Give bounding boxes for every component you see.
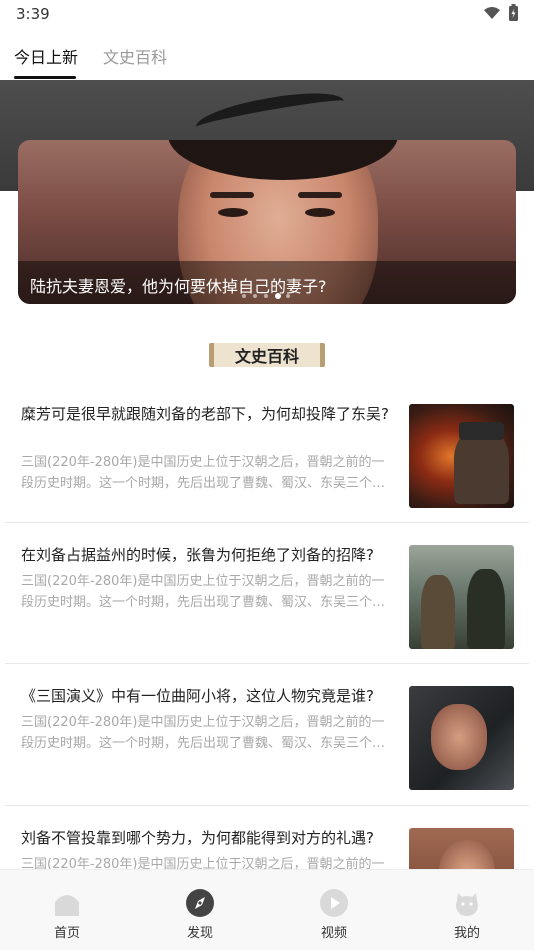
status-time: 3:39 <box>16 5 50 23</box>
article-title: 在刘备占据益州的时候，张鲁为何拒绝了刘备的招降? <box>21 546 374 564</box>
article-title: 刘备不管投靠到哪个势力，为何都能得到对方的礼遇? <box>21 829 374 847</box>
compass-icon <box>186 889 214 917</box>
active-tab-indicator <box>14 76 76 79</box>
carousel-dot[interactable] <box>286 294 290 298</box>
article-summary: 三国(220年-280年)是中国历史上位于汉朝之后，晋朝之前的一段历史时期。这一… <box>21 574 386 610</box>
top-tabs: 今日上新 文史百科 <box>0 36 534 80</box>
brush-stroke-decoration <box>193 85 347 143</box>
banner-carousel[interactable]: 陆抗夫妻恩爱，他为何要休掉自己的妻子? <box>18 140 516 304</box>
article-thumbnail <box>409 828 514 869</box>
section-heading: 文史百科 <box>209 340 325 370</box>
carousel-dot[interactable] <box>242 294 246 298</box>
banner-caption: 陆抗夫妻恩爱，他为何要休掉自己的妻子? <box>30 277 327 296</box>
carousel-dot[interactable] <box>253 294 257 298</box>
nav-label: 我的 <box>453 926 480 941</box>
thumbnail-figure-left <box>421 575 455 649</box>
thumbnail-figure <box>454 429 509 504</box>
wifi-icon <box>484 7 500 19</box>
carousel-dot[interactable] <box>264 294 268 298</box>
article-thumbnail <box>409 404 514 508</box>
tab-history-encyclopedia[interactable]: 文史百科 <box>103 44 167 68</box>
tab-today-new[interactable]: 今日上新 <box>14 44 78 68</box>
status-bar: 3:39 <box>0 0 534 28</box>
article-title: 糜芳可是很早就跟随刘备的老部下，为何却投降了东吴? <box>21 405 389 423</box>
banner-image-brow-left <box>210 192 254 198</box>
nav-label: 视频 <box>320 926 347 941</box>
banner-image-eye-right <box>305 208 335 217</box>
article-item[interactable]: 刘备不管投靠到哪个势力，为何都能得到对方的礼遇? 三国(220年-280年)是中… <box>0 826 534 869</box>
play-icon <box>320 889 348 917</box>
profile-icon <box>456 893 478 916</box>
banner-image-brow-right <box>298 192 342 198</box>
nav-label: 首页 <box>53 926 80 941</box>
article-title: 《三国演义》中有一位曲阿小将，这位人物究竟是谁? <box>21 687 374 705</box>
thumbnail-face <box>439 840 495 869</box>
battery-icon <box>509 4 518 21</box>
divider <box>5 663 529 664</box>
carousel-dot[interactable] <box>275 293 281 299</box>
article-item[interactable]: 《三国演义》中有一位曲阿小将，这位人物究竟是谁? 三国(220年-280年)是中… <box>0 684 534 825</box>
section-title: 文史百科 <box>234 347 299 366</box>
nav-label: 发现 <box>186 926 213 941</box>
bottom-navigation: 首页 发现 视频 我的 <box>0 869 534 950</box>
article-summary: 三国(220年-280年)是中国历史上位于汉朝之后，晋朝之前的一段历史时期。这一… <box>21 455 386 491</box>
divider <box>5 805 529 806</box>
nav-home[interactable]: 首页 <box>17 870 117 950</box>
article-summary: 三国(220年-280年)是中国历史上位于汉朝之后，晋朝之前的一 <box>21 857 385 869</box>
article-thumbnail <box>409 686 514 790</box>
article-summary: 三国(220年-280年)是中国历史上位于汉朝之后，晋朝之前的一段历史时期。这一… <box>21 715 386 751</box>
nav-discover[interactable]: 发现 <box>150 870 250 950</box>
thumbnail-face <box>431 704 487 770</box>
divider <box>5 522 529 523</box>
home-icon <box>55 895 79 916</box>
nav-profile[interactable]: 我的 <box>417 870 517 950</box>
thumbnail-figure-right <box>467 569 505 649</box>
article-thumbnail <box>409 545 514 649</box>
nav-video[interactable]: 视频 <box>284 870 384 950</box>
thumbnail-hat <box>459 422 504 440</box>
banner-image-eye-left <box>218 208 248 217</box>
